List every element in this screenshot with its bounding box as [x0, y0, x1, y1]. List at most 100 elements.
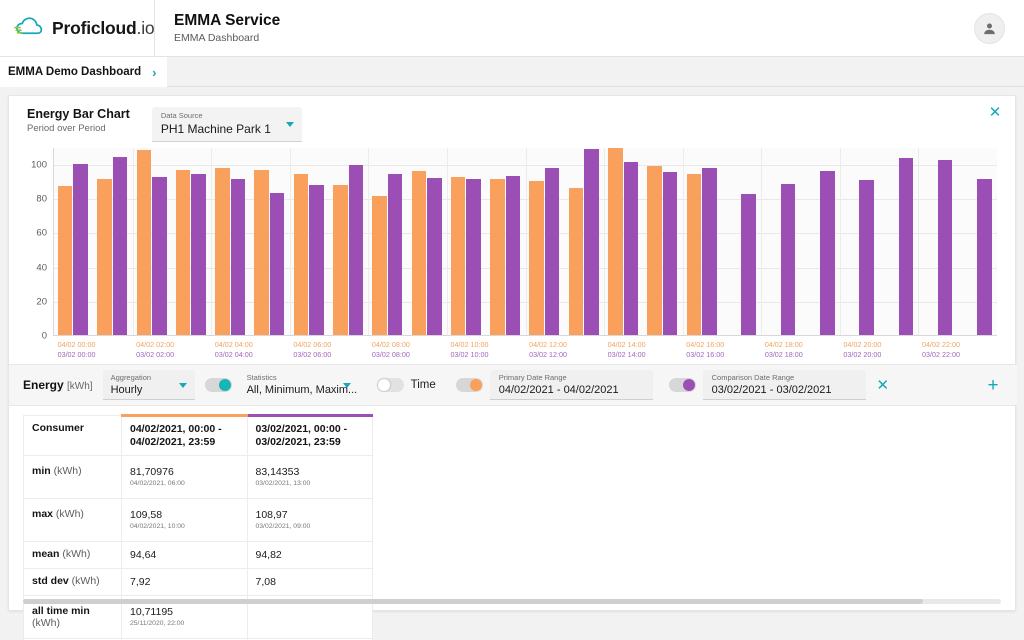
primary-date-range-label: Primary Date Range: [498, 372, 567, 382]
page-subtitle: EMMA Dashboard: [174, 31, 260, 44]
row-label: mean (kWh): [23, 541, 122, 569]
chart-bar[interactable]: [97, 178, 112, 335]
chart-bar[interactable]: [623, 162, 639, 335]
breadcrumb-label: EMMA Demo Dashboard: [8, 66, 142, 78]
x-tick-primary: 04/02 02:00: [136, 340, 175, 349]
chevron-down-icon[interactable]: [285, 122, 294, 127]
table-row: max (kWh) 109,58 04/02/2021, 10:00 108,97 03…: [23, 498, 373, 542]
brand-logo-block[interactable]: Proficloud.io: [0, 0, 155, 57]
chevron-right-icon[interactable]: ›: [152, 65, 156, 80]
chart-bar[interactable]: [544, 168, 560, 335]
chart-bar[interactable]: [293, 173, 309, 335]
app-title-block: EMMA Service EMMA Dashboard: [155, 11, 280, 46]
chart-bar[interactable]: [191, 173, 206, 335]
horizontal-scrollbar[interactable]: [23, 599, 1001, 604]
chart-bar[interactable]: [411, 170, 427, 335]
row-name: mean: [32, 548, 60, 560]
chart-bar[interactable]: [57, 186, 73, 335]
avatar[interactable]: [974, 13, 1005, 44]
primary-range-toggle[interactable]: [455, 378, 483, 392]
aggregation-value: Hourly: [110, 383, 143, 396]
chart-bar[interactable]: [309, 184, 324, 335]
chart-plot[interactable]: 0 20 40 60 80 100: [31, 147, 997, 342]
x-tick-comparison: 03/02 00:00: [57, 350, 96, 359]
chart-bar[interactable]: [608, 147, 623, 335]
scrollbar-thumb[interactable]: [23, 599, 923, 604]
chart-bar[interactable]: [490, 179, 505, 335]
x-tick-primary: 04/02 00:00: [57, 340, 96, 349]
chart-bar[interactable]: [780, 183, 796, 335]
breadcrumb[interactable]: EMMA Demo Dashboard ›: [0, 57, 168, 87]
cell-value: 94,64: [130, 549, 157, 561]
statistics-label: Statistics: [246, 373, 277, 382]
chart-vertical-gridline: [839, 148, 841, 335]
chart-bar[interactable]: [702, 168, 717, 335]
chart-bar[interactable]: [977, 178, 992, 335]
chart-bar[interactable]: [427, 177, 442, 335]
statistics-toggle[interactable]: [204, 378, 232, 392]
chart-bar[interactable]: [505, 176, 521, 335]
chart-bar[interactable]: [859, 180, 874, 335]
chart-bar[interactable]: [73, 164, 88, 335]
data-source-value: PH1 Machine Park 1: [160, 122, 271, 136]
chart-bar[interactable]: [136, 150, 152, 335]
chart-bar[interactable]: [450, 176, 466, 335]
chart-bar[interactable]: [112, 157, 128, 335]
add-series-button[interactable]: +: [981, 374, 1005, 398]
chart-bar[interactable]: [230, 179, 246, 335]
chart-vertical-gridline: [132, 148, 134, 335]
chart-bar[interactable]: [820, 170, 835, 335]
chevron-down-icon[interactable]: [342, 383, 351, 388]
chart-vertical-gridline: [525, 148, 527, 335]
chart-bar[interactable]: [529, 181, 544, 335]
row-label: min (kWh): [23, 455, 122, 499]
row-name: std dev: [32, 575, 69, 587]
cell-value: 81,70976: [130, 466, 174, 478]
energy-bar-chart-widget: ✕ Energy Bar Chart Period over Period Da…: [8, 95, 1017, 640]
y-axis-tick: 100: [31, 159, 47, 171]
chart-bar[interactable]: [215, 168, 230, 335]
x-tick-primary: 04/02 04:00: [214, 340, 253, 349]
comparison-date-range-field[interactable]: Comparison Date Range 03/02/2021 - 03/02…: [702, 370, 866, 400]
time-toggle[interactable]: [376, 378, 404, 392]
chart-bar[interactable]: [937, 159, 953, 335]
chart-bar[interactable]: [152, 176, 167, 335]
data-source-select[interactable]: Data Source PH1 Machine Park 1: [151, 107, 302, 142]
chevron-down-icon[interactable]: [178, 382, 187, 388]
x-tick-comparison: 03/02 16:00: [686, 350, 725, 359]
chart-bar[interactable]: [686, 173, 702, 335]
table-row: mean (kWh) 94,64 94,82: [23, 541, 373, 569]
remove-comparison-icon[interactable]: ✕: [873, 376, 894, 394]
row-unit: (kWh): [50, 465, 82, 477]
chart-bar[interactable]: [898, 158, 914, 335]
breadcrumb-bar: EMMA Demo Dashboard ›: [0, 57, 1024, 87]
x-tick-comparison: 03/02 12:00: [529, 350, 568, 359]
chart-bar[interactable]: [662, 171, 678, 335]
chart-bar[interactable]: [332, 184, 348, 335]
chart-bar[interactable]: [175, 170, 191, 335]
chart-bar[interactable]: [584, 148, 599, 335]
primary-date-range-field[interactable]: Primary Date Range 04/02/2021 - 04/02/20…: [489, 370, 653, 400]
cell-value: 94,82: [255, 549, 282, 561]
statistics-table-body: min (kWh) 81,70976 04/02/2021, 06:00 83,143…: [23, 455, 373, 640]
chart-bar[interactable]: [466, 178, 481, 335]
table-cell: 94,64: [121, 541, 248, 569]
aggregation-select[interactable]: Aggregation Hourly: [102, 370, 195, 400]
chart-bar[interactable]: [741, 194, 756, 335]
chart-area: 0 20 40 60 80 100 04/02 00:00 03/02 00:00 04/02…: [9, 147, 1015, 398]
x-tick-comparison: 03/02 14:00: [607, 350, 646, 359]
statistics-select[interactable]: Statistics All, Minimum, Maxim...: [239, 370, 359, 400]
cell-timestamp: 04/02/2021, 10:00: [130, 523, 185, 530]
row-label: max (kWh): [23, 498, 122, 542]
chart-bar[interactable]: [568, 188, 584, 335]
x-tick-primary: 04/02 16:00: [686, 340, 725, 349]
chart-bar[interactable]: [269, 192, 285, 335]
comparison-range-toggle[interactable]: [668, 378, 696, 392]
chart-bar[interactable]: [647, 165, 662, 335]
close-icon[interactable]: ✕: [985, 102, 1005, 122]
table-row: min (kWh) 81,70976 04/02/2021, 06:00 83,143…: [23, 455, 373, 499]
chart-bar[interactable]: [254, 170, 269, 335]
chart-bar[interactable]: [372, 195, 387, 335]
chart-bar[interactable]: [387, 174, 403, 335]
chart-bar[interactable]: [348, 164, 364, 335]
